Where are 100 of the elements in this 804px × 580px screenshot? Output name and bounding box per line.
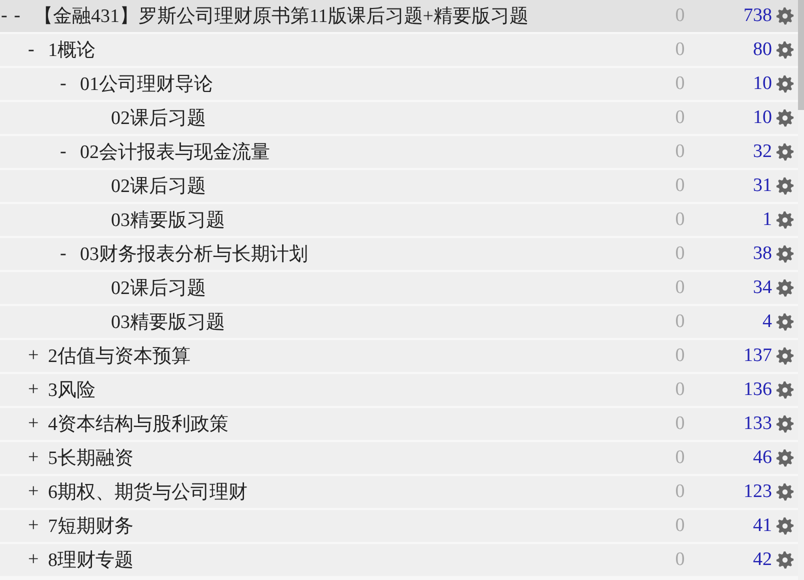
- settings-icon[interactable]: [776, 313, 794, 331]
- settings-icon[interactable]: [776, 483, 794, 501]
- collapse-toggle[interactable]: -: [1, 5, 8, 27]
- tree-row[interactable]: 02课后习题 0 31: [0, 170, 798, 202]
- settings-icon[interactable]: [776, 415, 794, 433]
- expand-toggle[interactable]: +: [28, 413, 39, 435]
- question-count: 32: [752, 141, 772, 163]
- question-count: 123: [742, 481, 772, 503]
- node-label: 3风险: [48, 379, 96, 403]
- tree-row[interactable]: + 8理财专题 0 42: [0, 544, 798, 576]
- node-label: 7短期财务: [48, 515, 134, 539]
- node-label: 【金融431】罗斯公司理财原书第11版课后习题+精要版习题: [34, 5, 529, 29]
- node-label: 2估值与资本预算: [48, 345, 190, 369]
- scrollbar[interactable]: [798, 0, 804, 580]
- done-count: 0: [674, 481, 686, 503]
- expand-toggle[interactable]: -: [28, 39, 34, 61]
- done-count: 0: [674, 243, 686, 265]
- done-count: 0: [674, 515, 686, 537]
- tree-row[interactable]: + 6期权、期货与公司理财 0 123: [0, 476, 798, 508]
- expand-toggle[interactable]: -: [60, 73, 66, 95]
- settings-icon[interactable]: [776, 279, 794, 297]
- settings-icon[interactable]: [776, 245, 794, 263]
- settings-icon[interactable]: [776, 75, 794, 93]
- node-label: 03精要版习题: [111, 209, 225, 233]
- question-count: 41: [752, 515, 772, 537]
- expand-toggle[interactable]: -: [60, 141, 66, 163]
- done-count: 0: [674, 413, 686, 435]
- question-count: 80: [752, 39, 772, 61]
- question-count: 137: [742, 345, 772, 367]
- done-count: 0: [674, 175, 686, 197]
- expand-toggle[interactable]: +: [28, 447, 39, 469]
- question-count: 4: [762, 311, 772, 333]
- settings-icon[interactable]: [776, 347, 794, 365]
- expand-toggle[interactable]: +: [28, 481, 39, 503]
- tree-row[interactable]: 03精要版习题 0 4: [0, 306, 798, 338]
- tree-row[interactable]: + 2估值与资本预算 0 137: [0, 340, 798, 372]
- tree-row[interactable]: + 5长期融资 0 46: [0, 442, 798, 474]
- question-count: 31: [752, 175, 772, 197]
- done-count: 0: [674, 73, 686, 95]
- node-label: 02会计报表与现金流量: [80, 141, 270, 165]
- done-count: 0: [674, 5, 686, 27]
- node-label: 1概论: [48, 39, 96, 63]
- done-count: 0: [674, 209, 686, 231]
- expand-toggle[interactable]: +: [28, 515, 39, 537]
- node-label: 8理财专题: [48, 549, 134, 573]
- tree-row[interactable]: - - 【金融431】罗斯公司理财原书第11版课后习题+精要版习题 0 738: [0, 0, 798, 32]
- question-count: 46: [752, 447, 772, 469]
- settings-icon[interactable]: [776, 41, 794, 59]
- node-label: 03财务报表分析与长期计划: [80, 243, 308, 267]
- done-count: 0: [674, 379, 686, 401]
- done-count: 0: [674, 311, 686, 333]
- node-label: 02课后习题: [111, 175, 206, 199]
- question-count: 738: [742, 5, 772, 27]
- node-label: 6期权、期货与公司理财: [48, 481, 248, 505]
- done-count: 0: [674, 141, 686, 163]
- done-count: 0: [674, 277, 686, 299]
- done-count: 0: [674, 107, 686, 129]
- node-label: 5长期融资: [48, 447, 134, 471]
- tree-row[interactable]: - 1概论 0 80: [0, 34, 798, 66]
- settings-icon[interactable]: [776, 211, 794, 229]
- settings-icon[interactable]: [776, 109, 794, 127]
- tree-row[interactable]: + 7短期财务 0 41: [0, 510, 798, 542]
- tree-row[interactable]: - 01公司理财导论 0 10: [0, 68, 798, 100]
- question-count: 42: [752, 549, 772, 571]
- settings-icon[interactable]: [776, 143, 794, 161]
- node-label: 4资本结构与股利政策: [48, 413, 228, 437]
- question-count: 136: [742, 379, 772, 401]
- question-count: 38: [752, 243, 772, 265]
- question-count: 1: [762, 209, 772, 231]
- expand-toggle[interactable]: +: [28, 549, 39, 571]
- tree-row[interactable]: 02课后习题 0 10: [0, 102, 798, 134]
- tree-row[interactable]: + 3风险 0 136: [0, 374, 798, 406]
- settings-icon[interactable]: [776, 177, 794, 195]
- settings-icon[interactable]: [776, 449, 794, 467]
- node-label: 01公司理财导论: [80, 73, 213, 97]
- node-label: 02课后习题: [111, 107, 206, 131]
- settings-icon[interactable]: [776, 551, 794, 569]
- node-label: 03精要版习题: [111, 311, 225, 335]
- tree-row[interactable]: 03精要版习题 0 1: [0, 204, 798, 236]
- done-count: 0: [674, 39, 686, 61]
- question-count: 10: [752, 73, 772, 95]
- done-count: 0: [674, 549, 686, 571]
- tree-row[interactable]: + 4资本结构与股利政策 0 133: [0, 408, 798, 440]
- expand-toggle[interactable]: -: [14, 5, 20, 27]
- done-count: 0: [674, 447, 686, 469]
- settings-icon[interactable]: [776, 517, 794, 535]
- expand-toggle[interactable]: -: [60, 243, 66, 265]
- expand-toggle[interactable]: +: [28, 345, 39, 367]
- scrollbar-thumb[interactable]: [798, 0, 804, 110]
- tree-row[interactable]: - 03财务报表分析与长期计划 0 38: [0, 238, 798, 270]
- question-count: 10: [752, 107, 772, 129]
- tree-row[interactable]: - 02会计报表与现金流量 0 32: [0, 136, 798, 168]
- question-count: 34: [752, 277, 772, 299]
- settings-icon[interactable]: [776, 7, 794, 25]
- expand-toggle[interactable]: +: [28, 379, 39, 401]
- settings-icon[interactable]: [776, 381, 794, 399]
- node-label: 02课后习题: [111, 277, 206, 301]
- done-count: 0: [674, 345, 686, 367]
- tree-row[interactable]: 02课后习题 0 34: [0, 272, 798, 304]
- question-count: 133: [742, 413, 772, 435]
